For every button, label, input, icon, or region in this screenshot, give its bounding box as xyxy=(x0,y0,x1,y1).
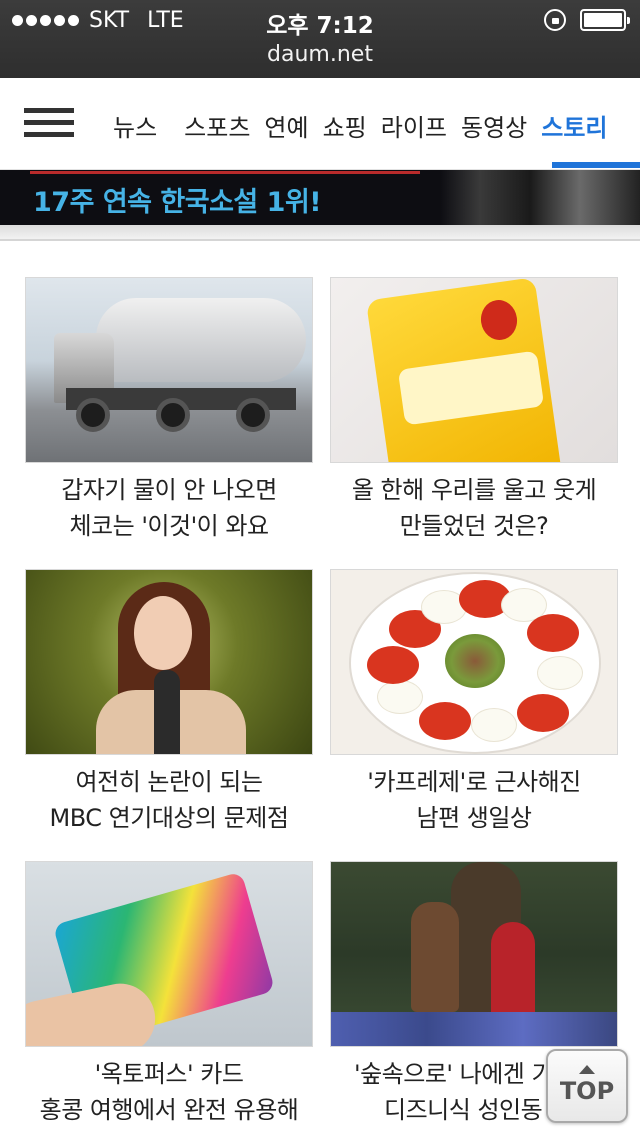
story-title-line: 만들었던 것은? xyxy=(399,512,549,540)
status-icons xyxy=(544,9,630,31)
tab-story[interactable]: 스토리 xyxy=(534,108,614,148)
section-divider xyxy=(0,225,640,241)
story-thumbnail[interactable] xyxy=(330,861,618,1047)
story-title-line: 홍콩 여행에서 완전 유용해 xyxy=(39,1096,299,1124)
top-button-label: TOP xyxy=(559,1077,615,1105)
tab-video[interactable]: 동영상 xyxy=(454,108,534,148)
story-title-line: '카프레제'로 근사해진 xyxy=(367,768,581,796)
story-title[interactable]: 여전히 논란이 되는 MBC 연기대상의 문제점 xyxy=(25,764,313,836)
address-bar[interactable]: daum.net xyxy=(0,42,640,67)
hamburger-menu-icon[interactable] xyxy=(24,108,74,140)
story-card[interactable]: '옥토퍼스' 카드 홍콩 여행에서 완전 유용해 xyxy=(25,861,313,1128)
story-thumbnail[interactable] xyxy=(330,277,618,463)
story-title[interactable]: 갑자기 물이 안 나오면 체코는 '이것'이 와요 xyxy=(25,472,313,544)
tab-life[interactable]: 라이프 xyxy=(374,108,454,148)
story-card[interactable]: 올 한해 우리를 울고 웃게 만들었던 것은? xyxy=(330,277,618,544)
tab-sports[interactable]: 스포츠 xyxy=(164,108,257,148)
banner-image xyxy=(440,170,640,225)
tab-shopping[interactable]: 쇼핑 xyxy=(316,108,374,148)
tab-news[interactable]: 뉴스 xyxy=(106,108,164,148)
story-title-line: '옥토퍼스' 카드 xyxy=(94,1060,244,1088)
story-title-line: 올 한해 우리를 울고 웃게 xyxy=(351,476,597,504)
story-card[interactable]: '카프레제'로 근사해진 남편 생일상 xyxy=(330,569,618,836)
battery-level xyxy=(584,13,622,27)
story-title[interactable]: 올 한해 우리를 울고 웃게 만들었던 것은? xyxy=(330,472,618,544)
rotation-lock-icon xyxy=(544,9,566,31)
battery-icon xyxy=(580,9,630,31)
story-thumbnail[interactable] xyxy=(25,277,313,463)
story-title[interactable]: '카프레제'로 근사해진 남편 생일상 xyxy=(330,764,618,836)
banner-text: 17주 연속 한국소설 1위! xyxy=(33,187,322,218)
story-title-line: 남편 생일상 xyxy=(416,804,532,832)
story-title-line: 갑자기 물이 안 나오면 xyxy=(61,476,277,504)
story-thumbnail[interactable] xyxy=(330,569,618,755)
story-title[interactable]: '옥토퍼스' 카드 홍콩 여행에서 완전 유용해 xyxy=(25,1056,313,1128)
tab-list: 뉴스 스포츠 연예 쇼핑 라이프 동영상 스토리 xyxy=(106,108,615,148)
arrow-up-icon xyxy=(579,1065,595,1074)
story-title-line: 체코는 '이것'이 와요 xyxy=(69,512,269,540)
story-thumbnail[interactable] xyxy=(25,861,313,1047)
story-card[interactable]: 갑자기 물이 안 나오면 체코는 '이것'이 와요 xyxy=(25,277,313,544)
story-title-line: 여전히 논란이 되는 xyxy=(75,768,263,796)
story-title-line: MBC 연기대상의 문제점 xyxy=(49,804,289,832)
banner-cropped-headline xyxy=(30,170,420,174)
promo-banner[interactable]: 17주 연속 한국소설 1위! xyxy=(0,170,640,225)
scroll-to-top-button[interactable]: TOP xyxy=(546,1049,628,1123)
tab-entertainment[interactable]: 연예 xyxy=(257,108,315,148)
status-bar: SKT LTE 오후 7:12 daum.net xyxy=(0,0,640,78)
story-card[interactable]: 여전히 논란이 되는 MBC 연기대상의 문제점 xyxy=(25,569,313,836)
active-tab-indicator xyxy=(552,162,640,168)
category-nav: 뉴스 스포츠 연예 쇼핑 라이프 동영상 스토리 xyxy=(0,78,640,170)
story-thumbnail[interactable] xyxy=(25,569,313,755)
